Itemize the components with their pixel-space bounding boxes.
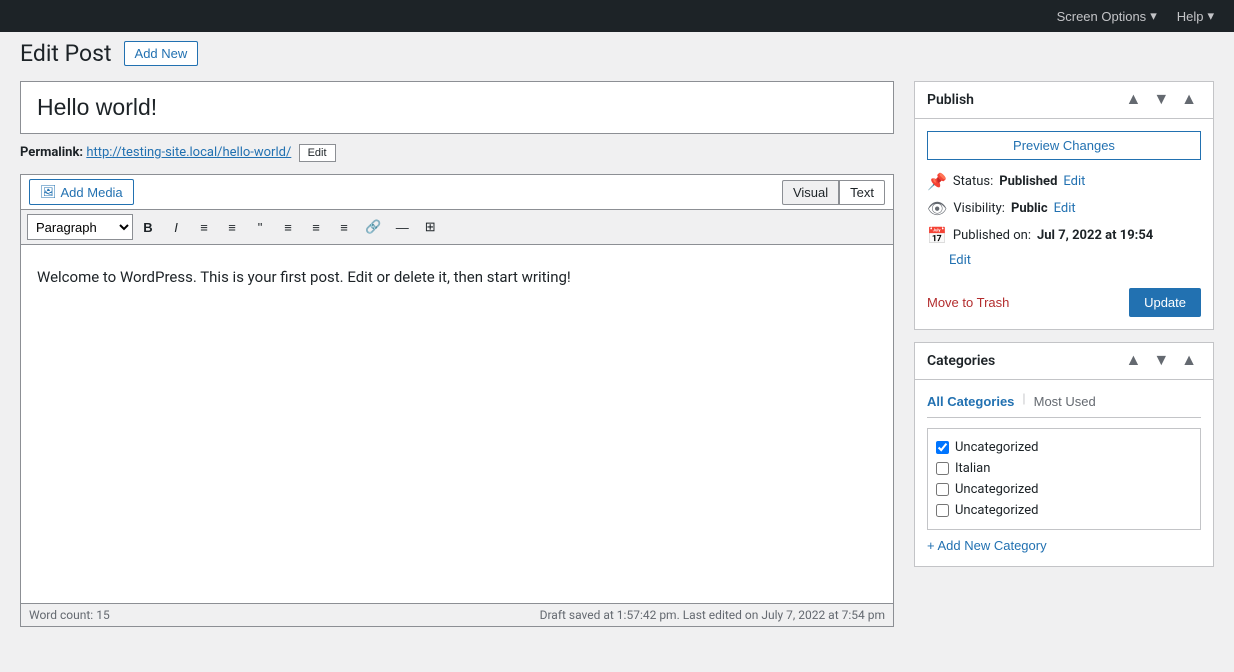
permalink-edit-button[interactable]: Edit (299, 144, 336, 162)
category-label: Italian (955, 461, 990, 476)
update-button[interactable]: Update (1129, 288, 1201, 317)
page-header: Edit Post Add New (0, 32, 1234, 71)
screen-options-button[interactable]: Screen Options ▾ (1049, 4, 1165, 28)
visibility-edit-link[interactable]: Edit (1054, 201, 1076, 216)
categories-panel-body: All Categories | Most Used Uncategorized… (915, 380, 1213, 566)
publish-panel-body: Preview Changes 📌 Status: Published Edit… (915, 119, 1213, 329)
align-center-button[interactable]: ≡ (303, 214, 329, 240)
editor-format-bar: Paragraph Heading 1 Heading 2 Heading 3 … (20, 209, 894, 244)
categories-panel-title: Categories (927, 353, 1121, 369)
top-bar: Screen Options ▾ Help ▾ (0, 0, 1234, 32)
sidebar: Publish ▲ ▼ ▲ Preview Changes 📌 Status: … (914, 81, 1214, 567)
categories-list: Uncategorized Italian Uncategorized Unca… (927, 428, 1201, 530)
categories-panel: Categories ▲ ▼ ▲ All Categories | Most U… (914, 342, 1214, 567)
media-icon: 🖼 (40, 184, 57, 200)
draft-saved-status: Draft saved at 1:57:42 pm. Last edited o… (540, 608, 885, 622)
categories-close-button[interactable]: ▲ (1177, 351, 1201, 371)
link-button[interactable]: 🔗 (359, 214, 387, 240)
categories-collapse-up-button[interactable]: ▲ (1121, 351, 1145, 371)
unordered-list-button[interactable]: ≡ (191, 214, 217, 240)
add-new-category-button[interactable]: + Add New Category (927, 538, 1047, 553)
ordered-list-button[interactable]: ≡ (219, 214, 245, 240)
category-label: Uncategorized (955, 482, 1038, 497)
published-on-edit-link[interactable]: Edit (949, 253, 971, 268)
chevron-down-icon: ▾ (1150, 8, 1157, 24)
category-label: Uncategorized (955, 440, 1038, 455)
publish-panel: Publish ▲ ▼ ▲ Preview Changes 📌 Status: … (914, 81, 1214, 330)
publish-collapse-up-button[interactable]: ▲ (1121, 90, 1145, 110)
publish-collapse-down-button[interactable]: ▼ (1149, 90, 1173, 110)
table-button[interactable]: ⊞ (417, 214, 443, 240)
editor-footer: Word count: 15 Draft saved at 1:57:42 pm… (20, 604, 894, 627)
publish-panel-header: Publish ▲ ▼ ▲ (915, 82, 1213, 119)
publish-panel-controls: ▲ ▼ ▲ (1121, 90, 1201, 110)
category-checkbox-uncategorized-2[interactable] (936, 483, 949, 496)
italic-button[interactable]: I (163, 214, 189, 240)
page-title: Edit Post (20, 40, 112, 67)
chevron-down-icon: ▾ (1207, 8, 1214, 24)
help-button[interactable]: Help ▾ (1169, 4, 1222, 28)
visual-tab[interactable]: Visual (782, 180, 839, 205)
main-layout: Permalink: http://testing-site.local/hel… (0, 71, 1234, 647)
category-checkbox-uncategorized-3[interactable] (936, 504, 949, 517)
list-item: Uncategorized (936, 479, 1192, 500)
publish-close-button[interactable]: ▲ (1177, 90, 1201, 110)
permalink-link[interactable]: http://testing-site.local/hello-world/ (86, 145, 291, 160)
published-on-row: 📅 Published on: Jul 7, 2022 at 19:54 (927, 226, 1201, 245)
list-item: Uncategorized (936, 500, 1192, 521)
publish-actions: Move to Trash Update (927, 280, 1201, 317)
align-right-button[interactable]: ≡ (331, 214, 357, 240)
word-count: Word count: 15 (29, 608, 110, 622)
category-label: Uncategorized (955, 503, 1038, 518)
view-toggle: Visual Text (782, 180, 885, 205)
bold-button[interactable]: B (135, 214, 161, 240)
status-edit-link[interactable]: Edit (1063, 174, 1085, 189)
status-row: 📌 Status: Published Edit (927, 172, 1201, 191)
category-checkbox-uncategorized-1[interactable] (936, 441, 949, 454)
add-media-button[interactable]: 🖼 Add Media (29, 179, 134, 205)
categories-collapse-down-button[interactable]: ▼ (1149, 351, 1173, 371)
editor-content[interactable]: Welcome to WordPress. This is your first… (20, 244, 894, 604)
add-new-button[interactable]: Add New (124, 41, 199, 66)
move-to-trash-button[interactable]: Move to Trash (927, 295, 1009, 310)
more-button[interactable]: — (389, 214, 415, 240)
blockquote-button[interactable]: " (247, 214, 273, 240)
categories-panel-header: Categories ▲ ▼ ▲ (915, 343, 1213, 380)
text-tab[interactable]: Text (839, 180, 885, 205)
editor-toolbar-top: 🖼 Add Media Visual Text (20, 174, 894, 209)
category-checkbox-italian[interactable] (936, 462, 949, 475)
list-item: Italian (936, 458, 1192, 479)
align-left-button[interactable]: ≡ (275, 214, 301, 240)
editor-area: Permalink: http://testing-site.local/hel… (20, 81, 894, 627)
preview-changes-button[interactable]: Preview Changes (927, 131, 1201, 160)
categories-panel-controls: ▲ ▼ ▲ (1121, 351, 1201, 371)
categories-tabs: All Categories | Most Used (927, 392, 1201, 418)
most-used-tab[interactable]: Most Used (1034, 392, 1096, 411)
permalink-bar: Permalink: http://testing-site.local/hel… (20, 140, 894, 166)
calendar-icon: 📅 (927, 226, 947, 245)
post-title-input[interactable] (20, 81, 894, 134)
visibility-icon: 👁 (927, 199, 947, 218)
paragraph-select[interactable]: Paragraph Heading 1 Heading 2 Heading 3 … (27, 214, 133, 240)
list-item: Uncategorized (936, 437, 1192, 458)
publish-panel-title: Publish (927, 92, 1121, 108)
visibility-row: 👁 Visibility: Public Edit (927, 199, 1201, 218)
status-icon: 📌 (927, 172, 947, 191)
all-categories-tab[interactable]: All Categories (927, 392, 1014, 411)
